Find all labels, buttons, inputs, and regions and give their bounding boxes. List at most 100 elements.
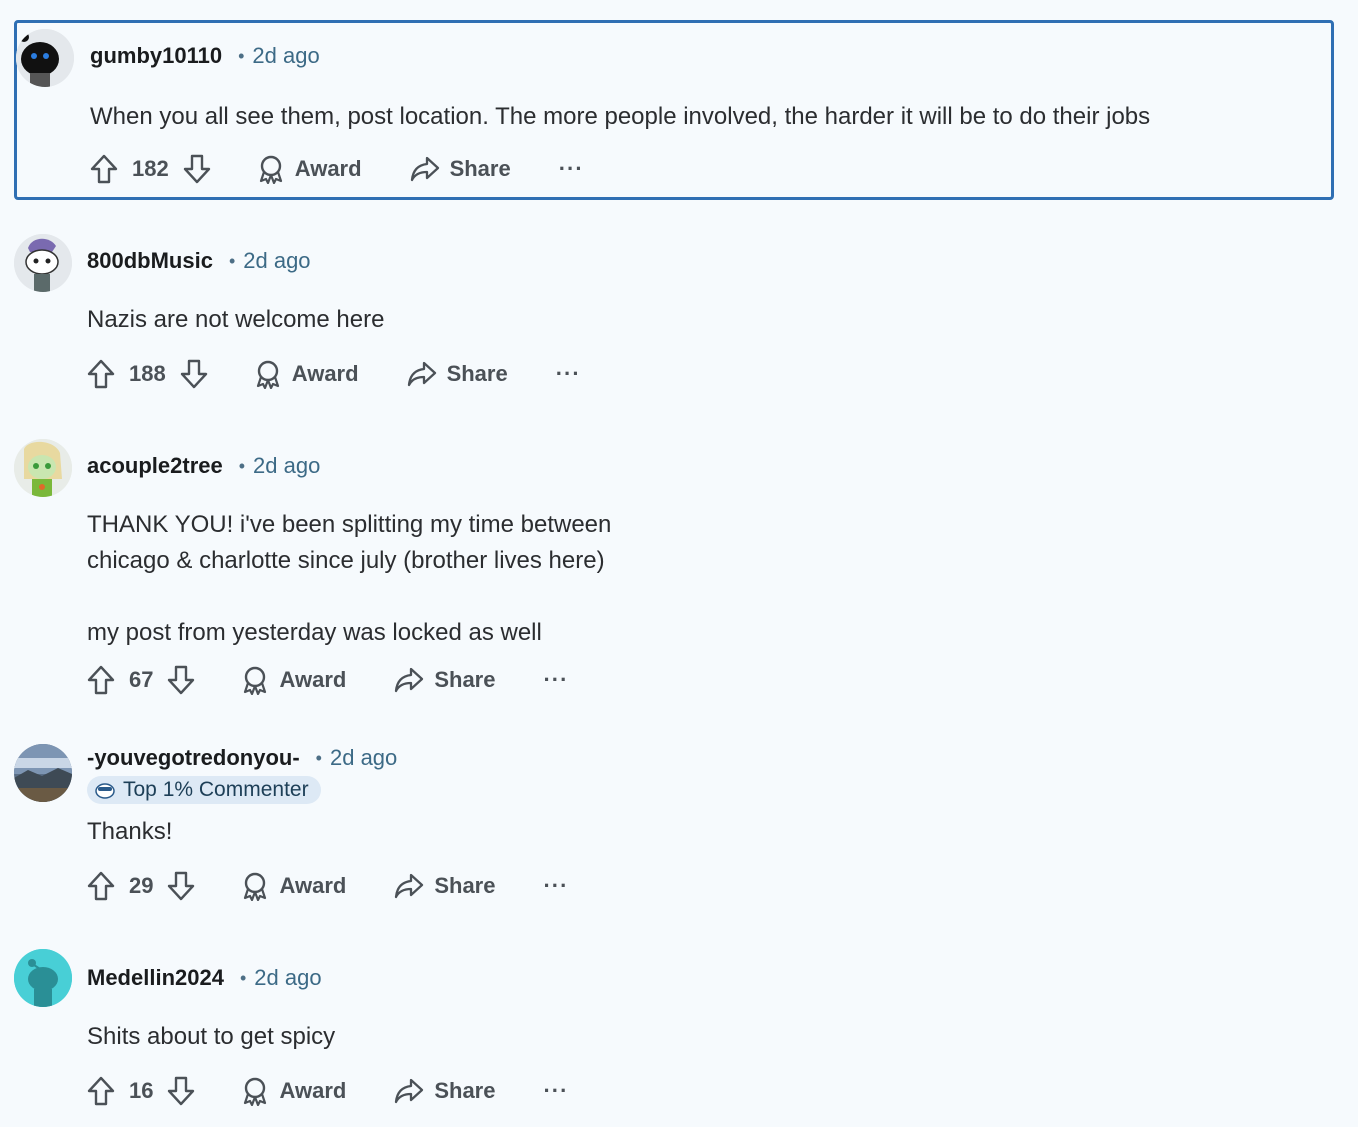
comment-thread: gumby10110 • 2d ago When you all see the…	[0, 0, 1358, 1127]
comment-actions: 29 Award Share ···	[87, 866, 568, 906]
username[interactable]: gumby10110	[90, 43, 222, 69]
downvote-icon	[183, 154, 211, 184]
upvote-icon	[87, 871, 115, 901]
comment-actions: 16 Award Share ···	[87, 1071, 568, 1111]
separator-dot: •	[239, 967, 247, 988]
timestamp[interactable]: 2d ago	[330, 745, 397, 771]
comment-actions: 67 Award Share ···	[87, 660, 568, 700]
more-options-button[interactable]: ···	[543, 873, 568, 899]
downvote-button[interactable]	[167, 1076, 195, 1106]
username[interactable]: -youvegotredonyou-	[87, 745, 300, 771]
comment-body: THANK YOU! i've been splitting my time b…	[87, 511, 612, 646]
award-icon	[241, 871, 269, 901]
avatar[interactable]	[14, 744, 72, 802]
award-label: Award	[279, 667, 347, 692]
more-options-button[interactable]: ···	[543, 1078, 568, 1104]
award-button[interactable]: Award	[241, 871, 346, 901]
share-button[interactable]: Share	[410, 155, 511, 183]
timestamp[interactable]: 2d ago	[254, 965, 321, 991]
share-icon	[394, 872, 424, 900]
separator-dot: •	[315, 747, 322, 768]
share-button[interactable]: Share	[394, 666, 495, 694]
comment-body: Nazis are not welcome here	[87, 306, 385, 333]
comment-actions: 188 Award Share ···	[87, 354, 581, 394]
downvote-icon	[167, 665, 195, 695]
flair-label: Top 1% Commenter	[123, 778, 309, 801]
username[interactable]: acouple2tree	[87, 453, 223, 479]
vote-count: 29	[129, 873, 154, 898]
username[interactable]: 800dbMusic	[87, 248, 213, 274]
separator-dot: •	[238, 455, 246, 476]
share-icon	[410, 155, 440, 183]
vote-count: 182	[132, 156, 169, 181]
award-button[interactable]: Award	[254, 359, 359, 389]
award-label: Award	[279, 873, 347, 898]
more-options-button[interactable]: ···	[559, 156, 584, 182]
share-button[interactable]: Share	[394, 872, 495, 900]
upvote-button[interactable]	[90, 154, 118, 184]
comment-meta: 800dbMusic • 2d ago	[87, 248, 311, 274]
timestamp[interactable]: 2d ago	[252, 43, 319, 69]
award-label: Award	[279, 1078, 347, 1103]
downvote-button[interactable]	[167, 871, 195, 901]
downvote-button[interactable]	[167, 665, 195, 695]
upvote-button[interactable]	[87, 1076, 115, 1106]
award-icon	[241, 665, 269, 695]
comment-meta: acouple2tree • 2d ago	[87, 453, 320, 479]
comment-meta: gumby10110 • 2d ago	[90, 43, 320, 69]
award-button[interactable]: Award	[257, 154, 362, 184]
award-button[interactable]: Award	[241, 1076, 346, 1106]
comment[interactable]: Medellin2024 • 2d ago Shits about to get…	[14, 945, 1334, 1125]
upvote-button[interactable]	[87, 871, 115, 901]
award-button[interactable]: Award	[241, 665, 346, 695]
award-label: Award	[294, 156, 362, 181]
comment[interactable]: 800dbMusic • 2d ago Nazis are not welcom…	[14, 228, 1334, 408]
upvote-icon	[87, 665, 115, 695]
share-label: Share	[449, 156, 511, 181]
comment-meta: Medellin2024 • 2d ago	[87, 965, 322, 991]
more-options-button[interactable]: ···	[556, 361, 581, 387]
avatar[interactable]	[16, 29, 74, 87]
commenter-badge-icon	[95, 781, 115, 799]
vote-count: 188	[129, 361, 166, 386]
vote-count: 16	[129, 1078, 154, 1103]
share-icon	[407, 360, 437, 388]
share-button[interactable]: Share	[394, 1077, 495, 1105]
comment-actions: 182 Award Share ···	[90, 149, 584, 189]
comment-body: When you all see them, post location. Th…	[90, 103, 1151, 130]
vote-count: 67	[129, 667, 154, 692]
more-options-button[interactable]: ···	[543, 667, 568, 693]
username[interactable]: Medellin2024	[87, 965, 224, 991]
share-label: Share	[446, 361, 508, 386]
timestamp[interactable]: 2d ago	[253, 453, 320, 479]
share-icon	[394, 666, 424, 694]
separator-dot: •	[228, 250, 236, 271]
avatar[interactable]	[14, 949, 72, 1007]
upvote-button[interactable]	[87, 665, 115, 695]
comment-meta: -youvegotredonyou- • 2d ago	[87, 745, 397, 771]
user-flair: Top 1% Commenter	[87, 776, 321, 804]
comment[interactable]: acouple2tree • 2d ago THANK YOU! i've be…	[14, 433, 1334, 713]
share-label: Share	[434, 667, 496, 692]
avatar[interactable]	[14, 234, 72, 292]
share-label: Share	[434, 873, 496, 898]
avatar[interactable]	[14, 439, 72, 497]
downvote-icon	[180, 359, 208, 389]
award-label: Award	[291, 361, 359, 386]
award-icon	[241, 1076, 269, 1106]
share-button[interactable]: Share	[407, 360, 508, 388]
downvote-button[interactable]	[183, 154, 211, 184]
downvote-icon	[167, 1076, 195, 1106]
upvote-icon	[87, 359, 115, 389]
separator-dot: •	[238, 45, 245, 66]
comment-body: Shits about to get spicy	[87, 1023, 336, 1050]
award-icon	[257, 154, 285, 184]
comment[interactable]: gumby10110 • 2d ago When you all see the…	[14, 20, 1334, 200]
upvote-button[interactable]	[87, 359, 115, 389]
upvote-icon	[87, 1076, 115, 1106]
comment[interactable]: -youvegotredonyou- • 2d ago Top 1% Comme…	[14, 740, 1334, 920]
timestamp[interactable]: 2d ago	[243, 248, 310, 274]
downvote-button[interactable]	[180, 359, 208, 389]
upvote-icon	[90, 154, 118, 184]
downvote-icon	[167, 871, 195, 901]
